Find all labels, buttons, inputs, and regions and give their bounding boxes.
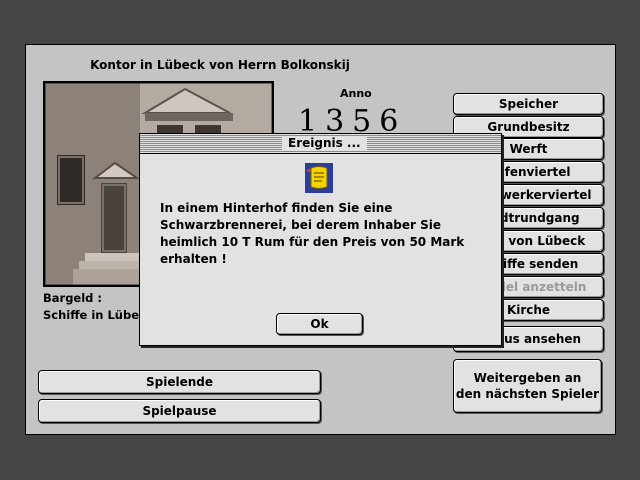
spielende-button[interactable]: Spielende bbox=[38, 370, 321, 394]
speicher-button[interactable]: Speicher bbox=[453, 93, 604, 115]
dialog-message-line: Schwarzbrennerei, bei derem Inhaber Sie bbox=[160, 218, 442, 232]
scroll-message-icon bbox=[305, 163, 333, 193]
dialog-titlebar[interactable]: Ereignis ... bbox=[140, 134, 501, 154]
bargeld-label: Bargeld : bbox=[43, 291, 103, 305]
weitergeben-line2: den nächsten Spieler bbox=[455, 387, 600, 401]
weitergeben-button[interactable]: Weitergeben an den nächsten Spieler bbox=[453, 359, 602, 413]
anno-label: Anno bbox=[340, 87, 372, 100]
ereignis-dialog: Ereignis ... In einem Hinterhof finden S… bbox=[139, 133, 502, 346]
dialog-message-line: heimlich 10 T Rum für den Preis von 50 M… bbox=[160, 235, 465, 249]
ok-button[interactable]: Ok bbox=[276, 313, 363, 335]
kontor-title: Kontor in Lübeck von Herrn Bolkonskij bbox=[90, 58, 350, 72]
dialog-message: In einem Hinterhof finden Sie eine Schwa… bbox=[160, 200, 490, 268]
dialog-message-line: erhalten ! bbox=[160, 252, 227, 266]
schiffe-label: Schiffe in Lübeck bbox=[43, 308, 154, 322]
weitergeben-line1: Weitergeben an bbox=[473, 371, 582, 385]
spielpause-button[interactable]: Spielpause bbox=[38, 399, 321, 423]
dialog-message-line: In einem Hinterhof finden Sie eine bbox=[160, 201, 393, 215]
dialog-title: Ereignis ... bbox=[282, 136, 367, 151]
